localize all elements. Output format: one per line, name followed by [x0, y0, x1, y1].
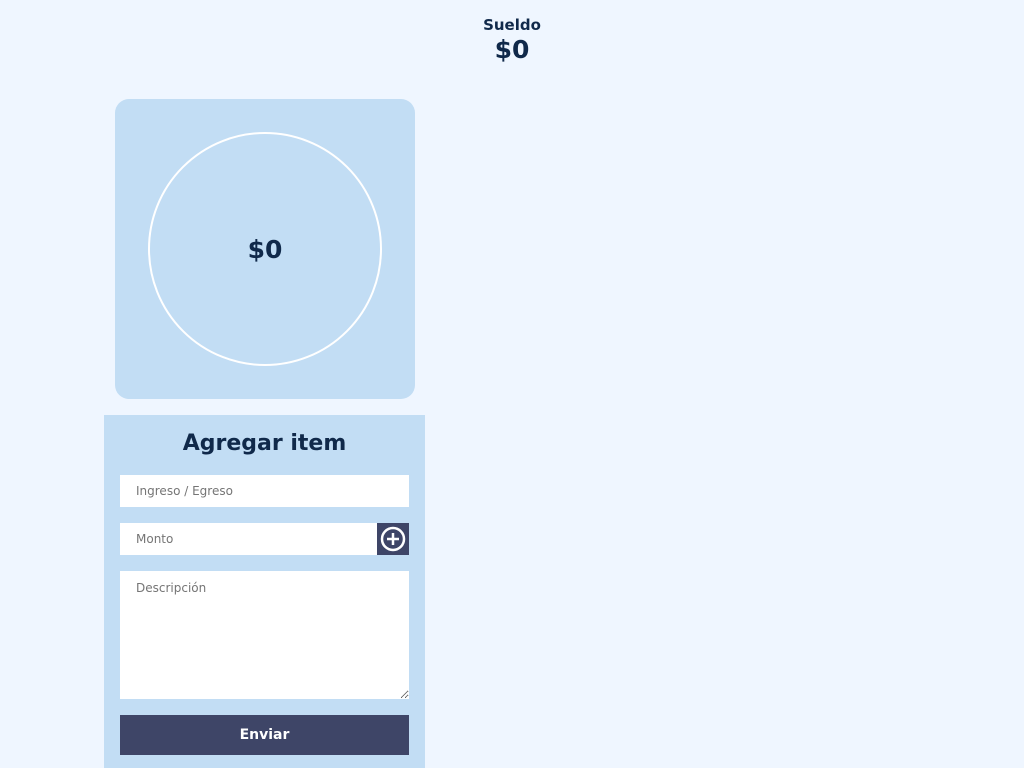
salary-header: Sueldo $0 — [0, 16, 1024, 66]
submit-button[interactable]: Enviar — [120, 715, 409, 755]
add-amount-button[interactable] — [377, 523, 409, 555]
description-textarea[interactable] — [120, 571, 409, 699]
balance-amount: $0 — [247, 234, 283, 264]
form-title: Agregar item — [182, 431, 347, 456]
balance-card: $0 — [115, 99, 415, 399]
add-item-form: Agregar item Enviar — [104, 415, 425, 768]
salary-amount: $0 — [494, 35, 530, 64]
balance-ring: $0 — [148, 132, 382, 366]
type-input[interactable] — [120, 475, 409, 507]
plus-circle-icon — [380, 526, 406, 552]
salary-label: Sueldo — [483, 16, 541, 34]
amount-input[interactable] — [120, 523, 377, 555]
